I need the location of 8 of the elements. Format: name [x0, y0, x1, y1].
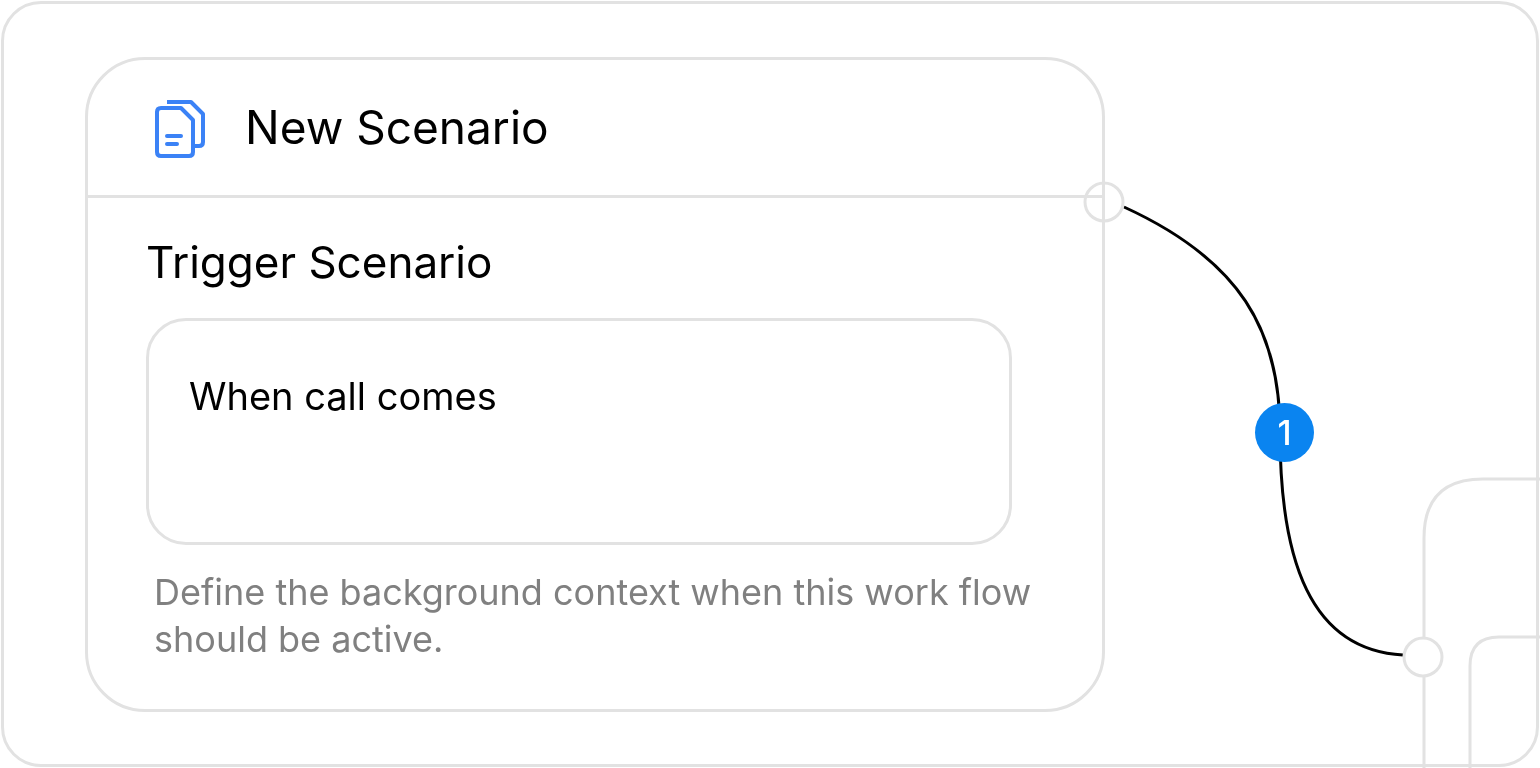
helper-text: Define the background context when this work flow should be active.	[153, 569, 1033, 663]
output-port[interactable]	[1083, 181, 1125, 223]
input-port[interactable]	[1402, 636, 1444, 678]
section-title: Trigger Scenario	[146, 234, 494, 290]
connection-badge: 1	[1255, 403, 1314, 462]
trigger-field[interactable]: When call comes	[146, 318, 1012, 545]
node-title: New Scenario	[245, 98, 549, 157]
document-icon	[153, 97, 207, 158]
